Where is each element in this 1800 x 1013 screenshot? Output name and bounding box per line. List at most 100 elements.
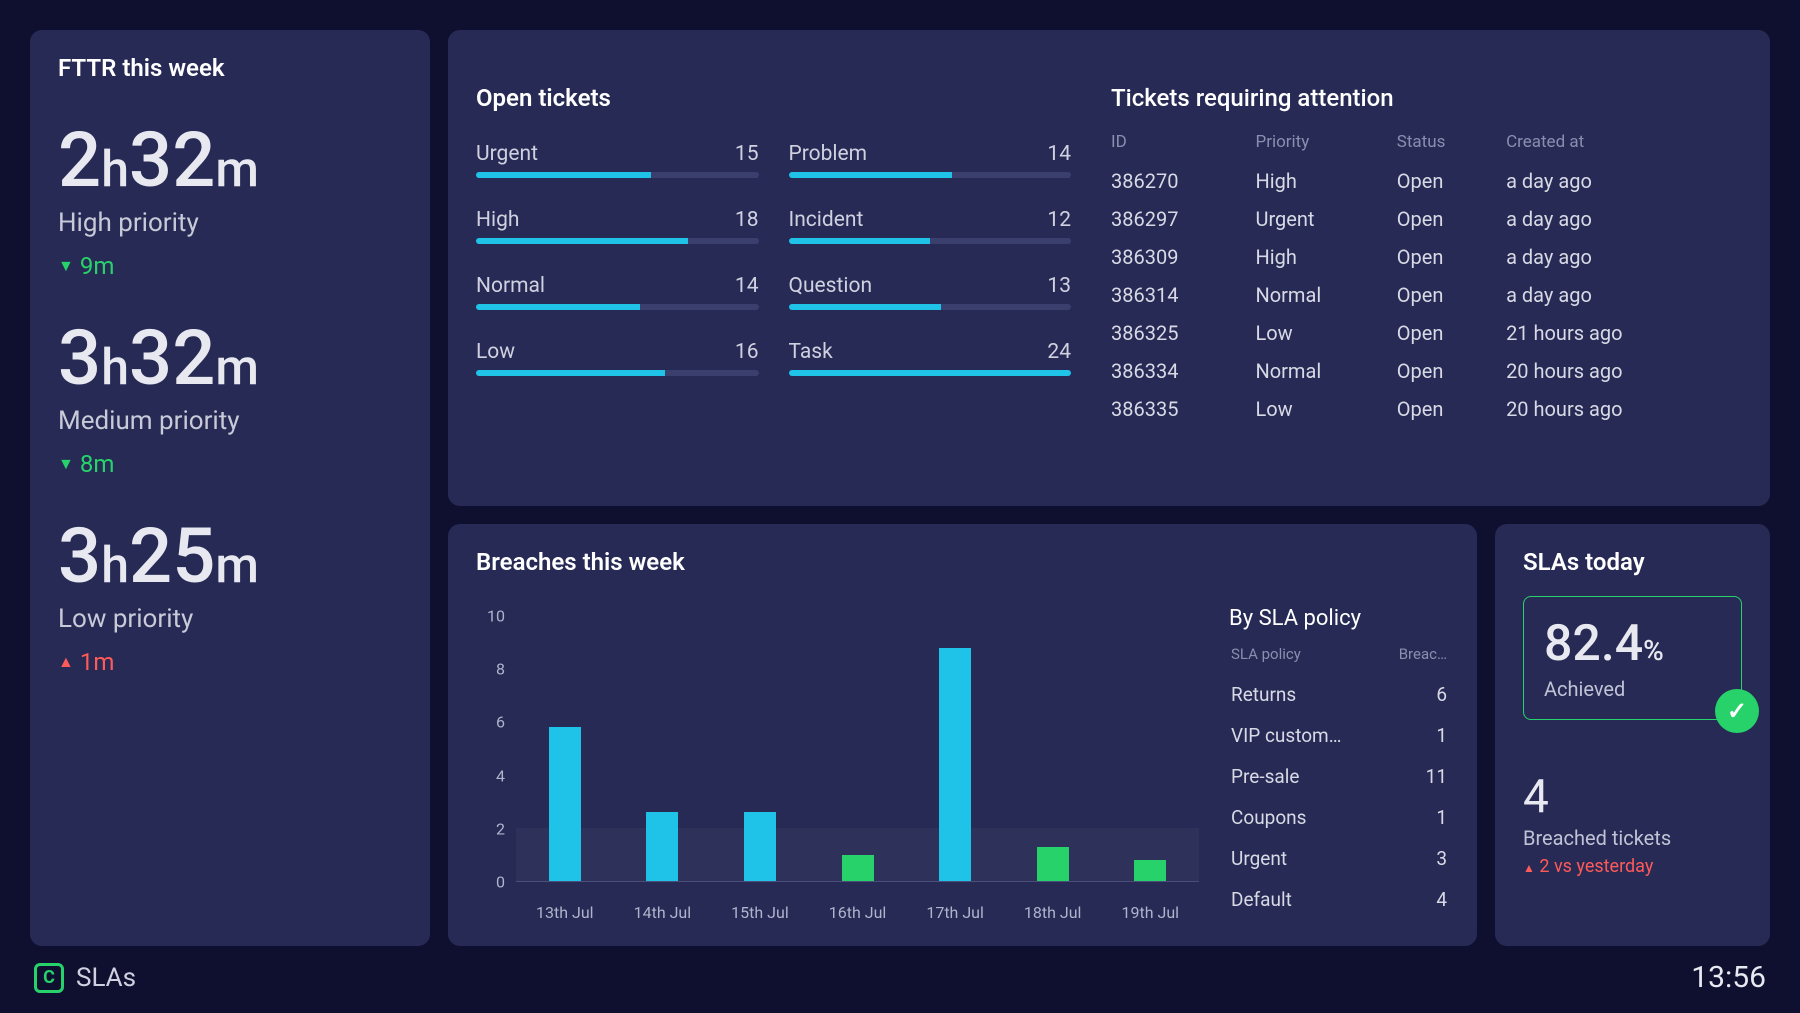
logo-icon: C	[34, 963, 64, 993]
policy-section: By SLA policy SLA policyBreac… Returns6V…	[1229, 606, 1449, 922]
bar-value: 14	[1047, 142, 1071, 166]
y-tick: 10	[487, 607, 505, 626]
table-header: Priority	[1255, 126, 1396, 162]
chart-bar	[842, 855, 874, 882]
fttr-label: Low priority	[58, 604, 402, 634]
fttr-label: High priority	[58, 208, 402, 238]
fttr-block: 3h32m Medium priority ▼ 8m	[58, 320, 402, 478]
table-row[interactable]: 386335LowOpen20 hours ago	[1111, 390, 1742, 428]
slas-panel: SLAs today 82.4% Achieved ✓ 4 Breached t…	[1495, 524, 1770, 946]
y-tick: 4	[496, 766, 505, 785]
sla-achieved-box: 82.4% Achieved ✓	[1523, 596, 1742, 720]
bar-value: 18	[735, 208, 759, 232]
x-tick: 13th Jul	[516, 903, 614, 922]
fttr-panel: FTTR this week 2h32m High priority ▼ 9m 3…	[30, 30, 430, 946]
table-row[interactable]: Urgent3	[1231, 839, 1447, 878]
sla-achieved-label: Achieved	[1544, 677, 1721, 701]
bar-value: 13	[1047, 274, 1071, 298]
open-tickets-title: Open tickets	[476, 84, 1071, 112]
table-row[interactable]: 386325LowOpen21 hours ago	[1111, 314, 1742, 352]
chart-bar	[646, 812, 678, 881]
table-row[interactable]: VIP custom…1	[1231, 716, 1447, 755]
bar-label: Low	[476, 340, 515, 364]
chart-bar	[744, 812, 776, 881]
table-header: Breac…	[1382, 645, 1447, 673]
attention-section: Tickets requiring attention IDPrioritySt…	[1111, 84, 1742, 428]
breaches-panel: Breaches this week 10 8 6 4 2 0 13th Jul14th …	[448, 524, 1477, 946]
bar-label: Question	[789, 274, 873, 298]
policy-table: SLA policyBreac… Returns6VIP custom…1Pre…	[1229, 643, 1449, 921]
bar-label: Problem	[789, 142, 868, 166]
caret-up-icon: ▲	[58, 652, 74, 672]
y-tick: 8	[496, 660, 505, 679]
fttr-delta: ▲ 1m	[58, 648, 402, 676]
bar-label: Task	[789, 340, 833, 364]
attention-table: IDPriorityStatusCreated at 386270HighOpe…	[1111, 126, 1742, 428]
footer: C SLAs 13:56	[30, 946, 1770, 1013]
x-tick: 17th Jul	[906, 903, 1004, 922]
open-ticket-bar: High 18	[476, 208, 759, 244]
bar-label: Incident	[789, 208, 864, 232]
open-ticket-bar: Urgent 15	[476, 142, 759, 178]
table-row[interactable]: Default4	[1231, 880, 1447, 919]
x-tick: 19th Jul	[1101, 903, 1199, 922]
bar-slot	[516, 616, 614, 881]
bar-value: 12	[1047, 208, 1071, 232]
chart-bar	[1134, 860, 1166, 881]
open-ticket-bar: Question 13	[789, 274, 1072, 310]
y-tick: 0	[496, 873, 505, 892]
breached-label: Breached tickets	[1523, 826, 1742, 850]
bar-label: High	[476, 208, 519, 232]
bar-value: 16	[735, 340, 759, 364]
footer-brand: SLAs	[76, 963, 136, 993]
open-ticket-bar: Low 16	[476, 340, 759, 376]
check-icon: ✓	[1715, 689, 1759, 733]
table-header: ID	[1111, 126, 1255, 162]
fttr-block: 2h32m High priority ▼ 9m	[58, 122, 402, 280]
table-row[interactable]: Coupons1	[1231, 798, 1447, 837]
bar-slot	[711, 616, 809, 881]
bar-value: 15	[735, 142, 759, 166]
bar-value: 24	[1047, 340, 1071, 364]
open-ticket-bar: Task 24	[789, 340, 1072, 376]
fttr-value: 3h25m	[58, 518, 402, 594]
table-row[interactable]: Pre-sale11	[1231, 757, 1447, 796]
caret-down-icon: ▼	[58, 256, 74, 276]
table-row[interactable]: 386314NormalOpena day ago	[1111, 276, 1742, 314]
table-row[interactable]: 386309HighOpena day ago	[1111, 238, 1742, 276]
table-header: SLA policy	[1231, 645, 1380, 673]
table-header: Status	[1397, 126, 1506, 162]
attention-title: Tickets requiring attention	[1111, 84, 1742, 112]
table-row[interactable]: 386334NormalOpen20 hours ago	[1111, 352, 1742, 390]
open-ticket-bar: Incident 12	[789, 208, 1072, 244]
chart-bar	[549, 727, 581, 881]
caret-down-icon: ▼	[58, 454, 74, 474]
breaches-chart: 1086420 13th Jul14th Jul15th Jul16th Jul…	[476, 606, 1199, 922]
x-tick: 16th Jul	[809, 903, 907, 922]
slas-title: SLAs today	[1523, 548, 1742, 576]
bar-slot	[906, 616, 1004, 881]
footer-time: 13:56	[1691, 960, 1766, 995]
bar-label: Urgent	[476, 142, 538, 166]
open-tickets-panel: Open tickets Urgent15High18Normal14Low16…	[448, 30, 1770, 506]
breached-delta: ▲ 2 vs yesterday	[1523, 856, 1742, 877]
bar-slot	[1004, 616, 1102, 881]
open-ticket-bar: Normal14	[476, 274, 759, 310]
bar-slot	[809, 616, 907, 881]
chart-bar	[1037, 847, 1069, 881]
y-tick: 2	[496, 819, 505, 838]
sla-achieved-unit: %	[1643, 634, 1664, 667]
table-row[interactable]: 386297UrgentOpena day ago	[1111, 200, 1742, 238]
open-ticket-bar: Problem 14	[789, 142, 1072, 178]
bar-label: Normal	[476, 274, 545, 298]
bar-slot	[1101, 616, 1199, 881]
bar-slot	[614, 616, 712, 881]
breached-value: 4	[1523, 770, 1742, 824]
table-row[interactable]: Returns6	[1231, 675, 1447, 714]
x-tick: 18th Jul	[1004, 903, 1102, 922]
x-tick: 14th Jul	[614, 903, 712, 922]
y-tick: 6	[496, 713, 505, 732]
breaches-title: Breaches this week	[476, 548, 1449, 576]
fttr-title: FTTR this week	[58, 54, 402, 82]
table-row[interactable]: 386270HighOpena day ago	[1111, 162, 1742, 200]
